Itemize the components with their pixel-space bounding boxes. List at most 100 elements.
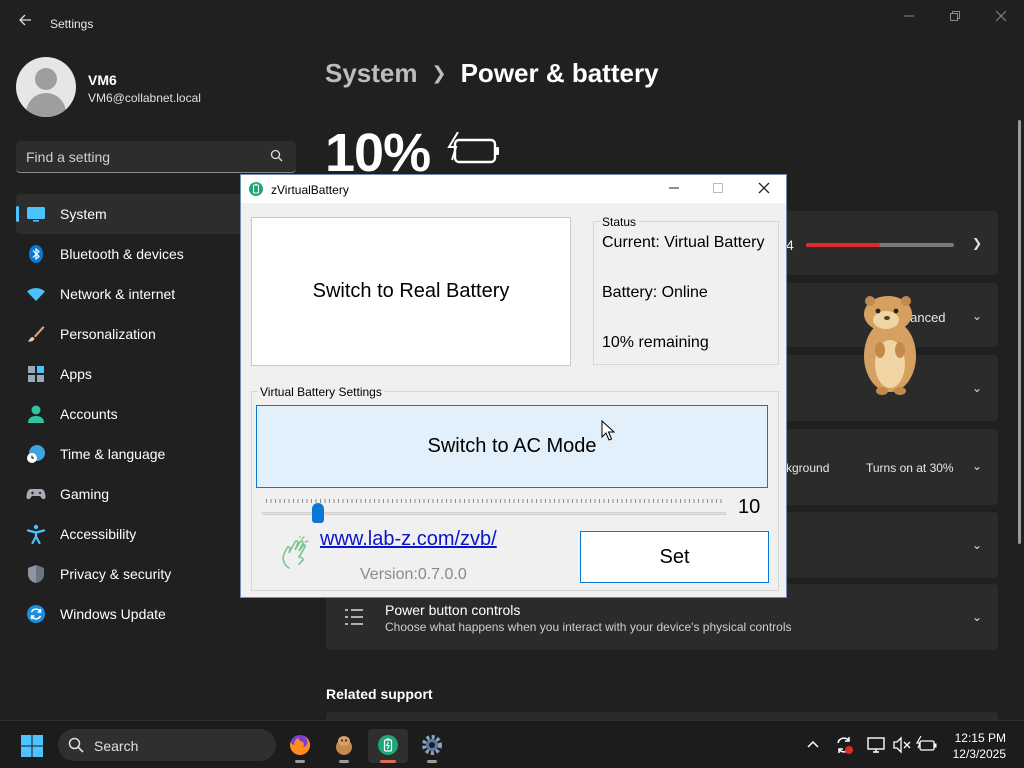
nav-label: Personalization	[60, 326, 156, 342]
back-button[interactable]	[14, 12, 36, 34]
switch-to-real-battery-button[interactable]: Switch to Real Battery	[251, 217, 571, 366]
clock-time: 12:15 PM	[954, 731, 1006, 745]
slider-thumb[interactable]	[311, 503, 324, 523]
status-remaining: 10% remaining	[602, 334, 709, 351]
bluetooth-icon	[26, 244, 46, 264]
slider-value: 10	[738, 496, 761, 518]
nav-label: Accounts	[60, 406, 118, 422]
dialog-maximize-button[interactable]	[703, 179, 733, 199]
nav-item-windows-update[interactable]: Windows Update	[16, 594, 296, 634]
related-support-card[interactable]	[326, 712, 998, 720]
status-group: Status Current: Virtual Battery Battery:…	[593, 215, 779, 365]
slider-ticks	[266, 499, 722, 503]
taskbar-running-indicator	[427, 760, 437, 763]
wifi-icon	[26, 284, 46, 304]
scrollbar[interactable]	[1018, 120, 1021, 544]
hamster-app-icon	[336, 736, 352, 755]
taskbar-settings[interactable]	[412, 729, 452, 763]
version-label: Version:0.7.0.0	[360, 566, 467, 583]
volume-muted-icon[interactable]	[892, 735, 912, 755]
chevron-right-icon: ❯	[431, 63, 447, 83]
chevron-up-icon[interactable]	[804, 735, 824, 755]
status-legend: Status	[600, 215, 639, 229]
battery-level-number: 4	[786, 237, 794, 253]
gear-icon	[422, 735, 442, 755]
breadcrumb: System ❯ Power & battery	[325, 58, 659, 89]
energy-saver-value: Turns on at 30%	[866, 461, 954, 475]
firefox-icon	[290, 734, 311, 755]
zvirtualbattery-dialog: zVirtualBattery Switch to Real Battery S…	[240, 174, 787, 598]
dialog-close-button[interactable]	[749, 179, 779, 199]
windows-start-icon[interactable]	[20, 734, 44, 758]
brush-icon	[26, 324, 46, 344]
taskbar: Search 12:15 PM 12/3/2025	[0, 720, 1024, 768]
minimize-icon	[904, 15, 914, 17]
virtual-battery-settings-group: Virtual Battery Settings Switch to AC Mo…	[251, 385, 779, 591]
avatar-body	[26, 93, 66, 117]
power-button-subtitle: Choose what happens when you interact wi…	[385, 620, 792, 634]
taskbar-firefox[interactable]	[280, 729, 320, 763]
shield-icon	[26, 564, 46, 584]
nav-label: Network & internet	[60, 286, 176, 302]
dialog-titlebar[interactable]: zVirtualBattery	[241, 175, 786, 203]
minimize-button[interactable]	[886, 6, 932, 28]
mouse-cursor-icon	[601, 419, 616, 447]
find-setting-input[interactable]	[26, 147, 266, 167]
battery-level-slider[interactable]	[262, 512, 726, 515]
nav-label: Time & language	[60, 446, 166, 462]
power-button-title: Power button controls	[385, 602, 521, 618]
virtual-battery-settings-legend: Virtual Battery Settings	[258, 385, 384, 399]
system-icon	[26, 204, 46, 224]
taskbar-search-box[interactable]: Search	[58, 729, 276, 761]
taskbar-running-indicator	[295, 760, 305, 763]
find-setting-box[interactable]	[16, 141, 296, 173]
status-battery: Battery: Online	[602, 284, 708, 301]
taskbar-active-indicator	[380, 760, 396, 763]
user-name: VM6	[88, 72, 117, 88]
set-button[interactable]: Set	[580, 531, 769, 583]
battery-charging-tray-icon[interactable]	[915, 735, 937, 755]
page-title: Power & battery	[460, 58, 659, 88]
dialog-minimize-button[interactable]	[659, 179, 689, 199]
waving-hand-icon	[280, 535, 310, 570]
hamster-image	[856, 292, 922, 401]
close-button[interactable]	[978, 6, 1024, 28]
status-current: Current: Virtual Battery	[602, 234, 765, 251]
taskbar-running-indicator	[339, 760, 349, 763]
chevron-down-icon: ⌄	[971, 459, 982, 473]
chevron-down-icon: ⌄	[971, 538, 982, 552]
energy-saver-description: kground	[786, 461, 830, 475]
network-ethernet-icon[interactable]	[866, 735, 886, 755]
app-title: Settings	[50, 17, 94, 31]
arrow-left-icon	[19, 14, 31, 26]
breadcrumb-parent[interactable]: System	[325, 58, 418, 88]
sync-alert-icon[interactable]	[834, 735, 854, 755]
user-email: VM6@collabnet.local	[88, 91, 201, 105]
gamepad-icon	[26, 484, 46, 504]
avatar-head	[35, 68, 57, 90]
maximize-button[interactable]	[932, 6, 978, 28]
battery-level-fill	[806, 243, 880, 247]
switch-to-ac-mode-button[interactable]: Switch to AC Mode	[256, 405, 768, 488]
avatar[interactable]	[16, 57, 76, 117]
taskbar-zvirtualbattery[interactable]	[368, 729, 408, 763]
chevron-down-icon: ⌄	[971, 309, 982, 323]
taskbar-clock[interactable]: 12:15 PM 12/3/2025	[953, 730, 1006, 762]
dialog-title: zVirtualBattery	[271, 183, 349, 197]
globe-clock-icon	[26, 444, 46, 464]
close-icon	[995, 10, 1007, 22]
taskbar-search-label: Search	[94, 738, 139, 754]
nav-label: Gaming	[60, 486, 110, 502]
taskbar-hamster-app[interactable]	[324, 729, 364, 763]
nav-label: Windows Update	[60, 606, 166, 622]
battery-app-icon	[249, 182, 263, 196]
clock-date: 12/3/2025	[952, 747, 1006, 761]
minimize-icon	[669, 187, 679, 189]
lab-z-website-link[interactable]: www.lab-z.com/zvb/	[320, 528, 497, 551]
nav-label: Privacy & security	[60, 566, 172, 582]
related-support-heading: Related support	[326, 686, 433, 702]
nav-label: Accessibility	[60, 526, 137, 542]
apps-icon	[26, 364, 46, 384]
chevron-right-icon: ❯	[971, 236, 982, 250]
battery-charging-icon	[446, 131, 502, 173]
